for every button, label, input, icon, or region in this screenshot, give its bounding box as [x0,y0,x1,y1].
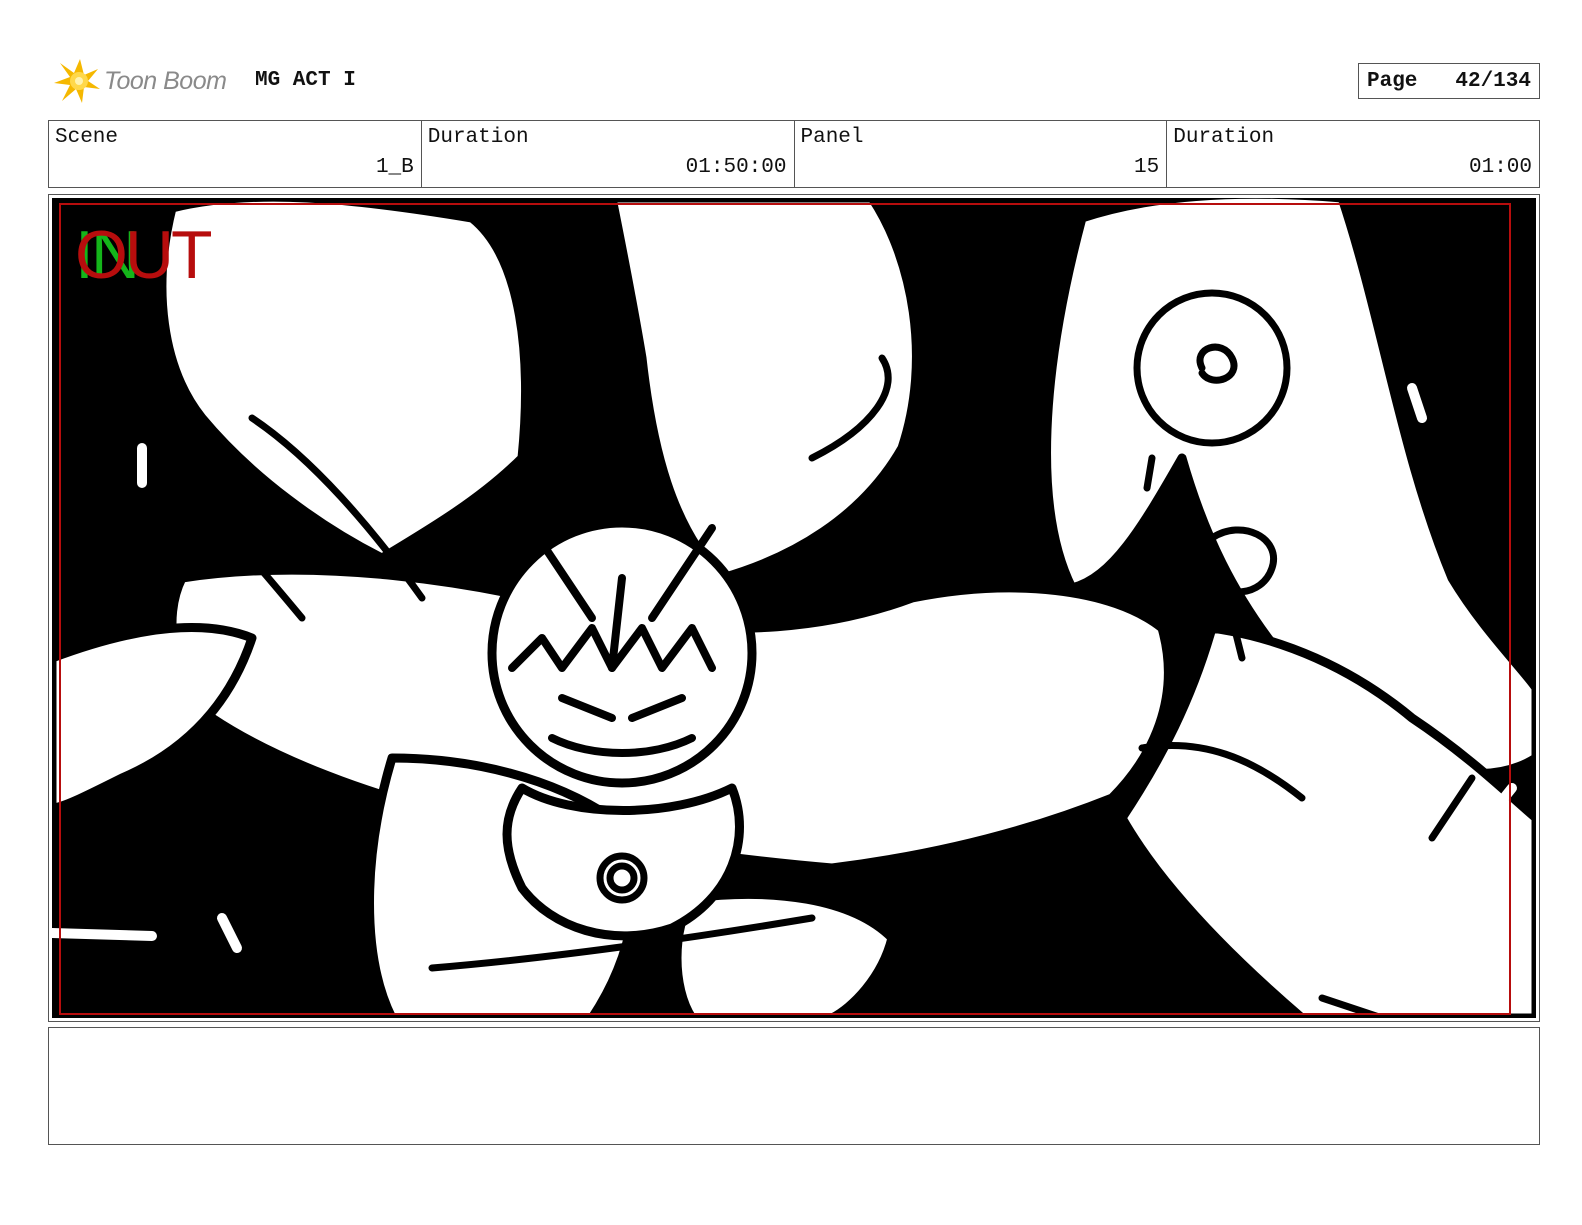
page-number: 42/134 [1455,69,1531,93]
panel-sketch [52,198,1536,1018]
page-label: Page [1367,69,1418,93]
panel-duration-cell: Duration 01:00 [1167,121,1539,187]
panel-duration-label: Duration [1173,126,1275,149]
scene-duration-value: 01:50:00 [685,156,787,179]
panel-label: Panel [800,126,864,149]
storyboard-panel: IN OUT [48,194,1540,1022]
panel-notes-box[interactable] [48,1027,1540,1145]
scene-label: Scene [55,126,119,149]
logo-wordmark: Toon Boom [104,66,227,95]
out-overlay-text: OUT [75,217,213,293]
scene-duration-label: Duration [427,126,529,149]
scene-duration-cell: Duration 01:50:00 [422,121,795,187]
scene-value: 1_B [375,156,414,179]
starburst-icon [54,59,100,103]
project-title: MG ACT I [255,69,356,92]
panel-info-table: Scene 1_B Duration 01:50:00 Panel 15 Dur… [48,120,1540,188]
scene-cell: Scene 1_B [49,121,422,187]
page-indicator: Page 42/134 [1358,63,1540,99]
page-header: Toon Boom MG ACT I Page 42/134 [50,55,1540,107]
toon-boom-logo: Toon Boom [50,55,240,107]
panel-value: 15 [1134,156,1160,179]
panel-cell: Panel 15 [795,121,1168,187]
panel-duration-value: 01:00 [1468,156,1532,179]
